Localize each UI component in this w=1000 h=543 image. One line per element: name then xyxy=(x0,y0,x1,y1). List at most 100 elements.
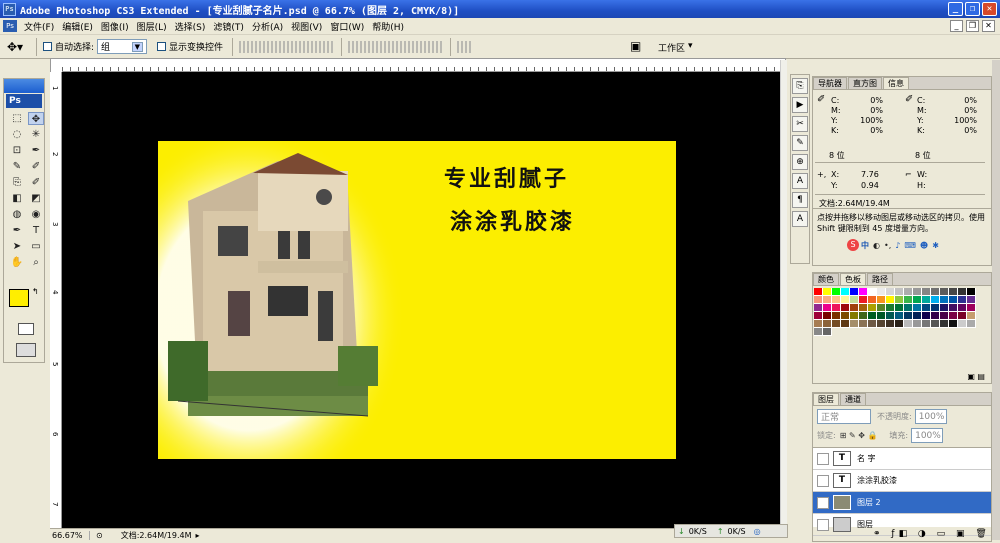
user-icon[interactable]: ☻ xyxy=(920,241,928,250)
menu-edit[interactable]: 编辑(E) xyxy=(58,20,97,33)
color-swatch[interactable] xyxy=(823,312,832,320)
color-swatch[interactable] xyxy=(904,296,913,304)
layer-footer-icons[interactable]: ⚭ ƒ◧ ◑ ▭ ▣ 🗑 xyxy=(873,529,991,539)
layer-row-selected[interactable]: 图层 2 xyxy=(813,492,991,514)
moon-icon[interactable]: ◐ xyxy=(873,241,880,250)
tab-paths[interactable]: 路径 xyxy=(867,273,893,285)
minimize-button[interactable]: _ xyxy=(948,2,963,16)
foreground-color[interactable] xyxy=(9,289,29,307)
doc-minimize-button[interactable]: _ xyxy=(950,20,963,32)
color-swatch[interactable] xyxy=(949,312,958,320)
tab-layers[interactable]: 图层 xyxy=(813,393,839,405)
color-swatch[interactable] xyxy=(958,312,967,320)
color-swatch[interactable] xyxy=(913,312,922,320)
tool-icon[interactable]: ✒ xyxy=(28,144,44,157)
color-swatch[interactable] xyxy=(922,288,931,296)
color-swatch[interactable] xyxy=(877,312,886,320)
color-swatch[interactable] xyxy=(823,288,832,296)
color-swatch[interactable] xyxy=(814,304,823,312)
color-swatch[interactable] xyxy=(877,320,886,328)
tool-icon[interactable]: ◍ xyxy=(9,208,25,221)
color-swatch[interactable] xyxy=(958,296,967,304)
doc-close-button[interactable]: ✕ xyxy=(982,20,995,32)
color-swatch[interactable] xyxy=(940,320,949,328)
color-swatch[interactable] xyxy=(922,304,931,312)
color-swatch[interactable] xyxy=(967,304,976,312)
color-swatch[interactable] xyxy=(859,312,868,320)
color-swatch[interactable] xyxy=(850,296,859,304)
distribute-left-icon[interactable] xyxy=(396,40,411,53)
keyboard-icon[interactable]: ⌨ xyxy=(904,241,916,250)
color-swatch[interactable] xyxy=(877,296,886,304)
tools-preset-icon[interactable]: ✂ xyxy=(792,116,808,132)
color-swatch[interactable] xyxy=(868,320,877,328)
color-swatch[interactable] xyxy=(913,304,922,312)
color-swatch[interactable] xyxy=(922,312,931,320)
document-canvas[interactable]: 专业刮腻子 涂涂乳胶漆 xyxy=(158,141,676,459)
color-swatch[interactable] xyxy=(814,328,823,336)
tool-icon[interactable]: ✋ xyxy=(9,256,25,269)
auto-select-checkbox[interactable] xyxy=(43,42,52,51)
align-bottom-icon[interactable] xyxy=(271,40,286,53)
show-transform-checkbox[interactable] xyxy=(157,42,167,51)
color-swatch[interactable] xyxy=(967,320,976,328)
color-swatch[interactable] xyxy=(931,320,940,328)
workspace-chevron-icon[interactable]: ▾ xyxy=(688,41,693,54)
mic-icon[interactable]: ♪ xyxy=(895,241,900,250)
color-swatch[interactable] xyxy=(868,312,877,320)
color-swatch[interactable] xyxy=(886,320,895,328)
tool-icon[interactable]: ✥ xyxy=(28,112,44,125)
color-swatch[interactable] xyxy=(814,312,823,320)
layer-row[interactable]: T 涂涂乳胶漆 xyxy=(813,470,991,492)
tools-icon[interactable]: ✱ xyxy=(932,241,939,250)
tab-info[interactable]: 信息 xyxy=(883,77,909,89)
color-swatch[interactable] xyxy=(913,288,922,296)
tab-channels[interactable]: 通道 xyxy=(840,393,866,405)
tool-icon[interactable]: ▭ xyxy=(28,240,44,253)
color-swatch[interactable] xyxy=(814,288,823,296)
screen-mode-icon[interactable] xyxy=(16,343,36,357)
swatch-footer-icons[interactable]: ▣ ▤ xyxy=(967,372,985,381)
color-swatch[interactable] xyxy=(814,320,823,328)
menu-help[interactable]: 帮助(H) xyxy=(368,20,408,33)
color-swatch[interactable] xyxy=(940,288,949,296)
color-swatch[interactable] xyxy=(958,320,967,328)
color-swatch[interactable] xyxy=(913,320,922,328)
network-icon[interactable]: ◎ xyxy=(754,527,761,536)
fill-field[interactable]: 100% xyxy=(911,428,944,443)
distribute-top-icon[interactable] xyxy=(348,40,363,53)
align-top-icon[interactable] xyxy=(239,40,254,53)
color-swatch[interactable] xyxy=(841,296,850,304)
tool-icon[interactable]: ✒ xyxy=(9,224,25,237)
menu-layer[interactable]: 图层(L) xyxy=(133,20,171,33)
ime-toolbar[interactable]: S 中 ◐ •, ♪ ⌨ ☻ ✱ xyxy=(813,237,991,253)
workspace-label[interactable]: 工作区 xyxy=(658,41,685,54)
actions-icon[interactable]: ▶ xyxy=(792,97,808,113)
menu-image[interactable]: 图像(I) xyxy=(97,20,133,33)
zoom-level[interactable]: 66.67% xyxy=(50,531,90,540)
tab-histogram[interactable]: 直方图 xyxy=(848,77,882,89)
tab-swatches[interactable]: 色板 xyxy=(840,273,866,285)
color-swatch[interactable] xyxy=(823,320,832,328)
panel-scrollbar[interactable] xyxy=(992,60,1000,540)
color-swatch[interactable] xyxy=(940,304,949,312)
color-swatch[interactable] xyxy=(949,296,958,304)
color-swatch[interactable] xyxy=(895,320,904,328)
align-hcenter-icon[interactable] xyxy=(303,40,318,53)
color-swatch[interactable] xyxy=(931,288,940,296)
distribute-vcenter-icon[interactable] xyxy=(364,40,379,53)
history-icon[interactable]: ⎘ xyxy=(792,78,808,94)
color-swatch[interactable] xyxy=(958,288,967,296)
color-swatch[interactable] xyxy=(931,296,940,304)
color-swatch[interactable] xyxy=(895,288,904,296)
auto-select-dropdown[interactable]: 组 ▼ xyxy=(97,39,148,54)
distribute-bottom-icon[interactable] xyxy=(380,40,395,53)
color-swatch[interactable] xyxy=(895,312,904,320)
color-swatch[interactable] xyxy=(850,288,859,296)
ime-mode[interactable]: 中 xyxy=(861,240,869,251)
color-swatch[interactable] xyxy=(832,304,841,312)
visibility-icon[interactable] xyxy=(817,452,829,465)
color-swatch[interactable] xyxy=(886,312,895,320)
doc-restore-button[interactable]: ❐ xyxy=(966,20,979,32)
quick-mask-icon[interactable] xyxy=(18,323,34,335)
